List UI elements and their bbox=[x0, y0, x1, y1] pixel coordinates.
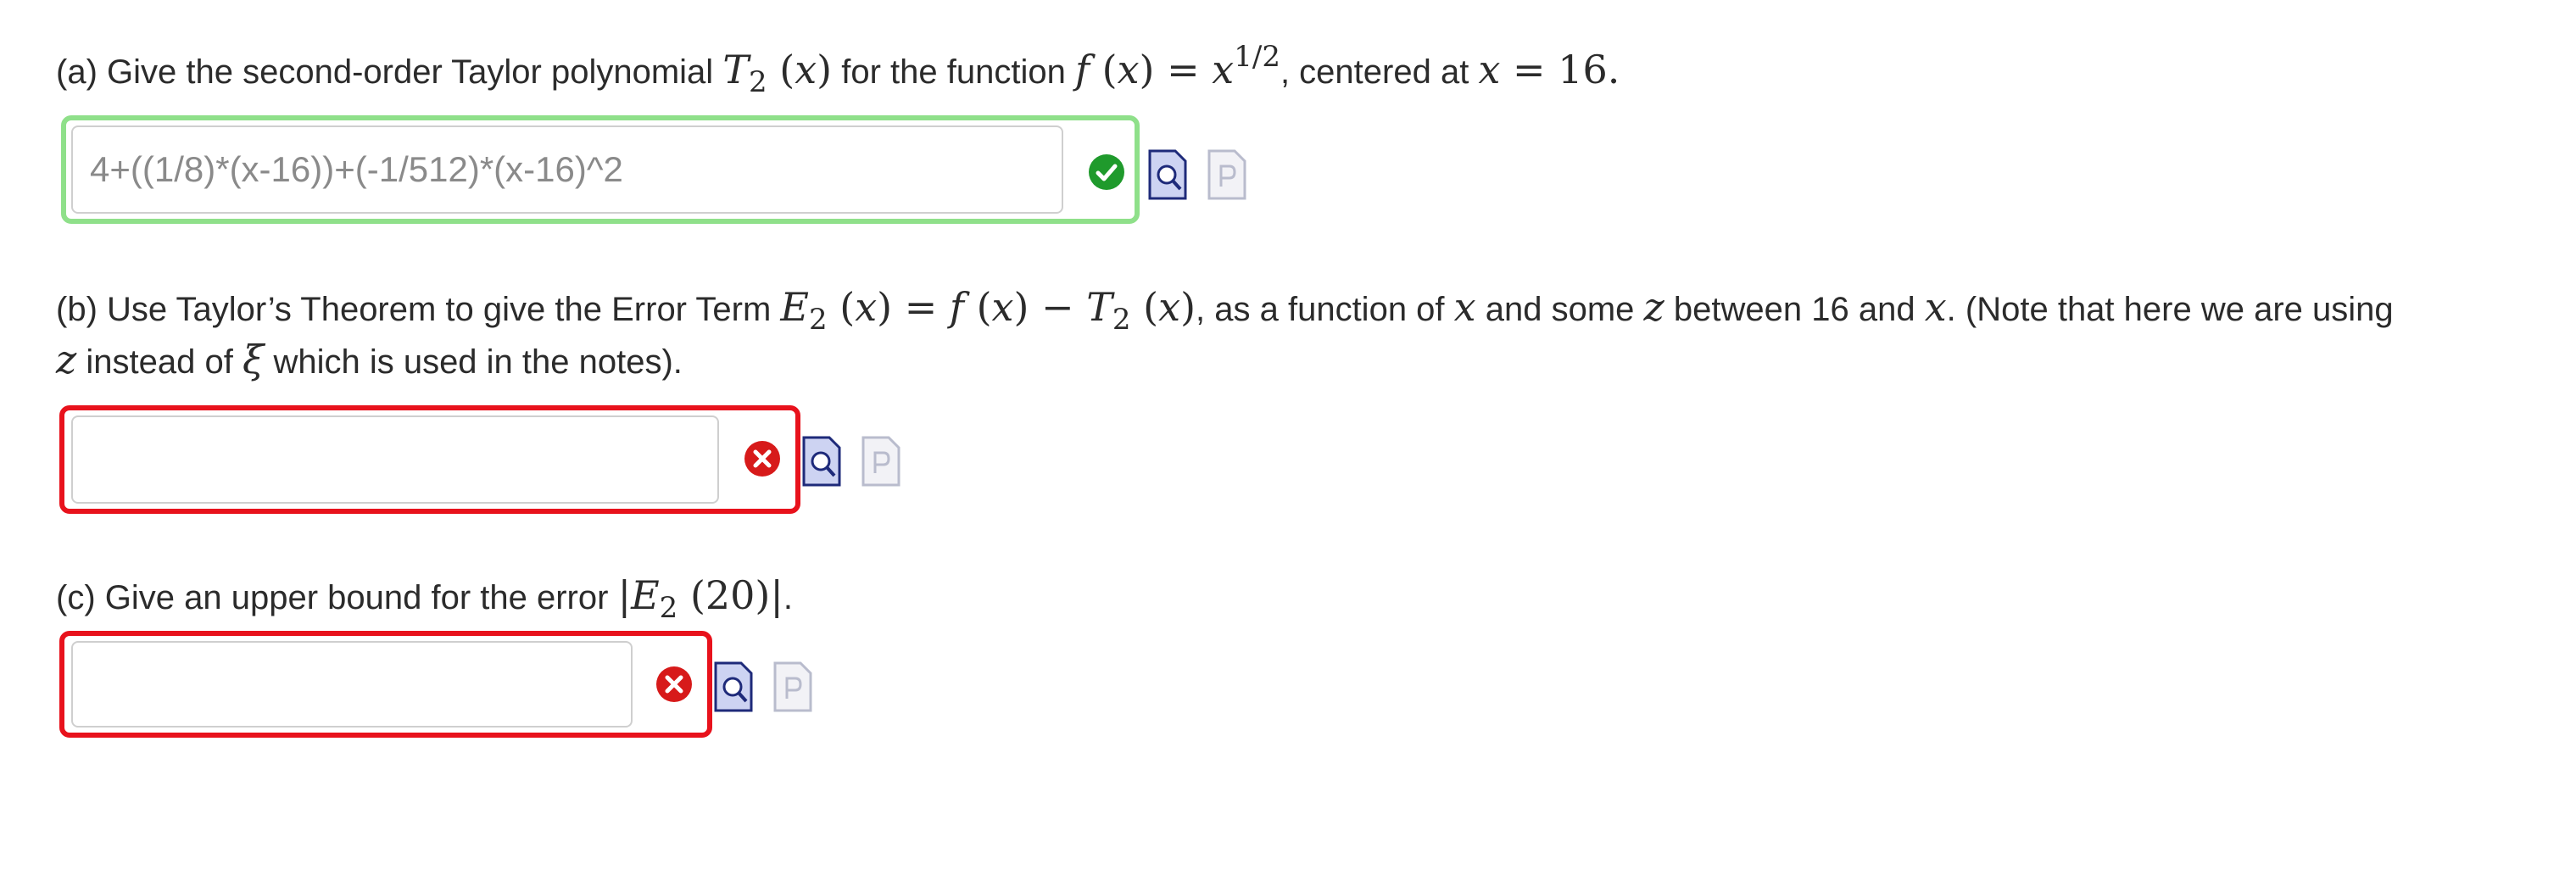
math-fx-def: f (x) = x1/2 bbox=[1074, 40, 1280, 92]
preview-magnifier-icon[interactable] bbox=[802, 436, 841, 491]
x-circle-icon bbox=[744, 441, 780, 477]
question-b-line1: (b) Use Taylor’s Theorem to give the Err… bbox=[56, 282, 2394, 337]
disabled-p-document-icon bbox=[861, 436, 900, 491]
question-a-middle: for the function bbox=[841, 53, 1066, 91]
math-error-term-def: E2 (x) = f (x) − T2 (x) bbox=[780, 284, 1196, 337]
math-xi: ξ bbox=[242, 337, 265, 382]
question-b-mid2: and some bbox=[1485, 291, 1635, 328]
math-z: z bbox=[56, 337, 77, 382]
disabled-p-document-icon bbox=[773, 661, 812, 716]
answer-b-input[interactable] bbox=[71, 415, 719, 504]
question-c-text: (c) Give an upper bound for the error |E… bbox=[56, 570, 793, 625]
question-b-prefix: (b) Use Taylor’s Theorem to give the Err… bbox=[56, 291, 772, 328]
question-c-prefix: (c) Give an upper bound for the error bbox=[56, 579, 609, 616]
question-b-line2-end: which is used in the notes). bbox=[273, 343, 683, 381]
x-circle-icon bbox=[656, 666, 692, 702]
question-b-line1-end: . (Note that here we are using bbox=[1946, 291, 2394, 328]
question-b-line2: z instead of ξ which is used in the note… bbox=[56, 334, 683, 387]
question-a-text: (a) Give the second-order Taylor polynom… bbox=[56, 40, 1620, 99]
math-T2x: T2 (x) bbox=[722, 47, 833, 99]
math-x-equals-16: x = 16. bbox=[1478, 47, 1620, 92]
math-abs-error-20: |E2 (20)| bbox=[617, 572, 783, 625]
preview-magnifier-icon[interactable] bbox=[714, 661, 753, 716]
question-b-line2-mid: instead of bbox=[86, 343, 233, 381]
preview-magnifier-icon[interactable] bbox=[1148, 149, 1187, 204]
answer-a-input[interactable]: 4+((1/8)*(x-16))+(-1/512)*(x-16)^2 bbox=[71, 125, 1063, 214]
question-c-suffix: . bbox=[783, 579, 793, 616]
question-b-mid1: , as a function of bbox=[1196, 291, 1445, 328]
check-circle-icon bbox=[1089, 154, 1124, 190]
question-b-mid3: between 16 and bbox=[1673, 291, 1915, 328]
math-z: z bbox=[1643, 284, 1664, 330]
math-x: x bbox=[1924, 284, 1947, 330]
question-a-prefix: (a) Give the second-order Taylor polynom… bbox=[56, 53, 714, 91]
answer-c-input[interactable] bbox=[71, 641, 633, 728]
disabled-p-document-icon bbox=[1207, 149, 1246, 204]
question-a-suffix: , centered at bbox=[1280, 53, 1469, 91]
math-x: x bbox=[1453, 284, 1476, 330]
